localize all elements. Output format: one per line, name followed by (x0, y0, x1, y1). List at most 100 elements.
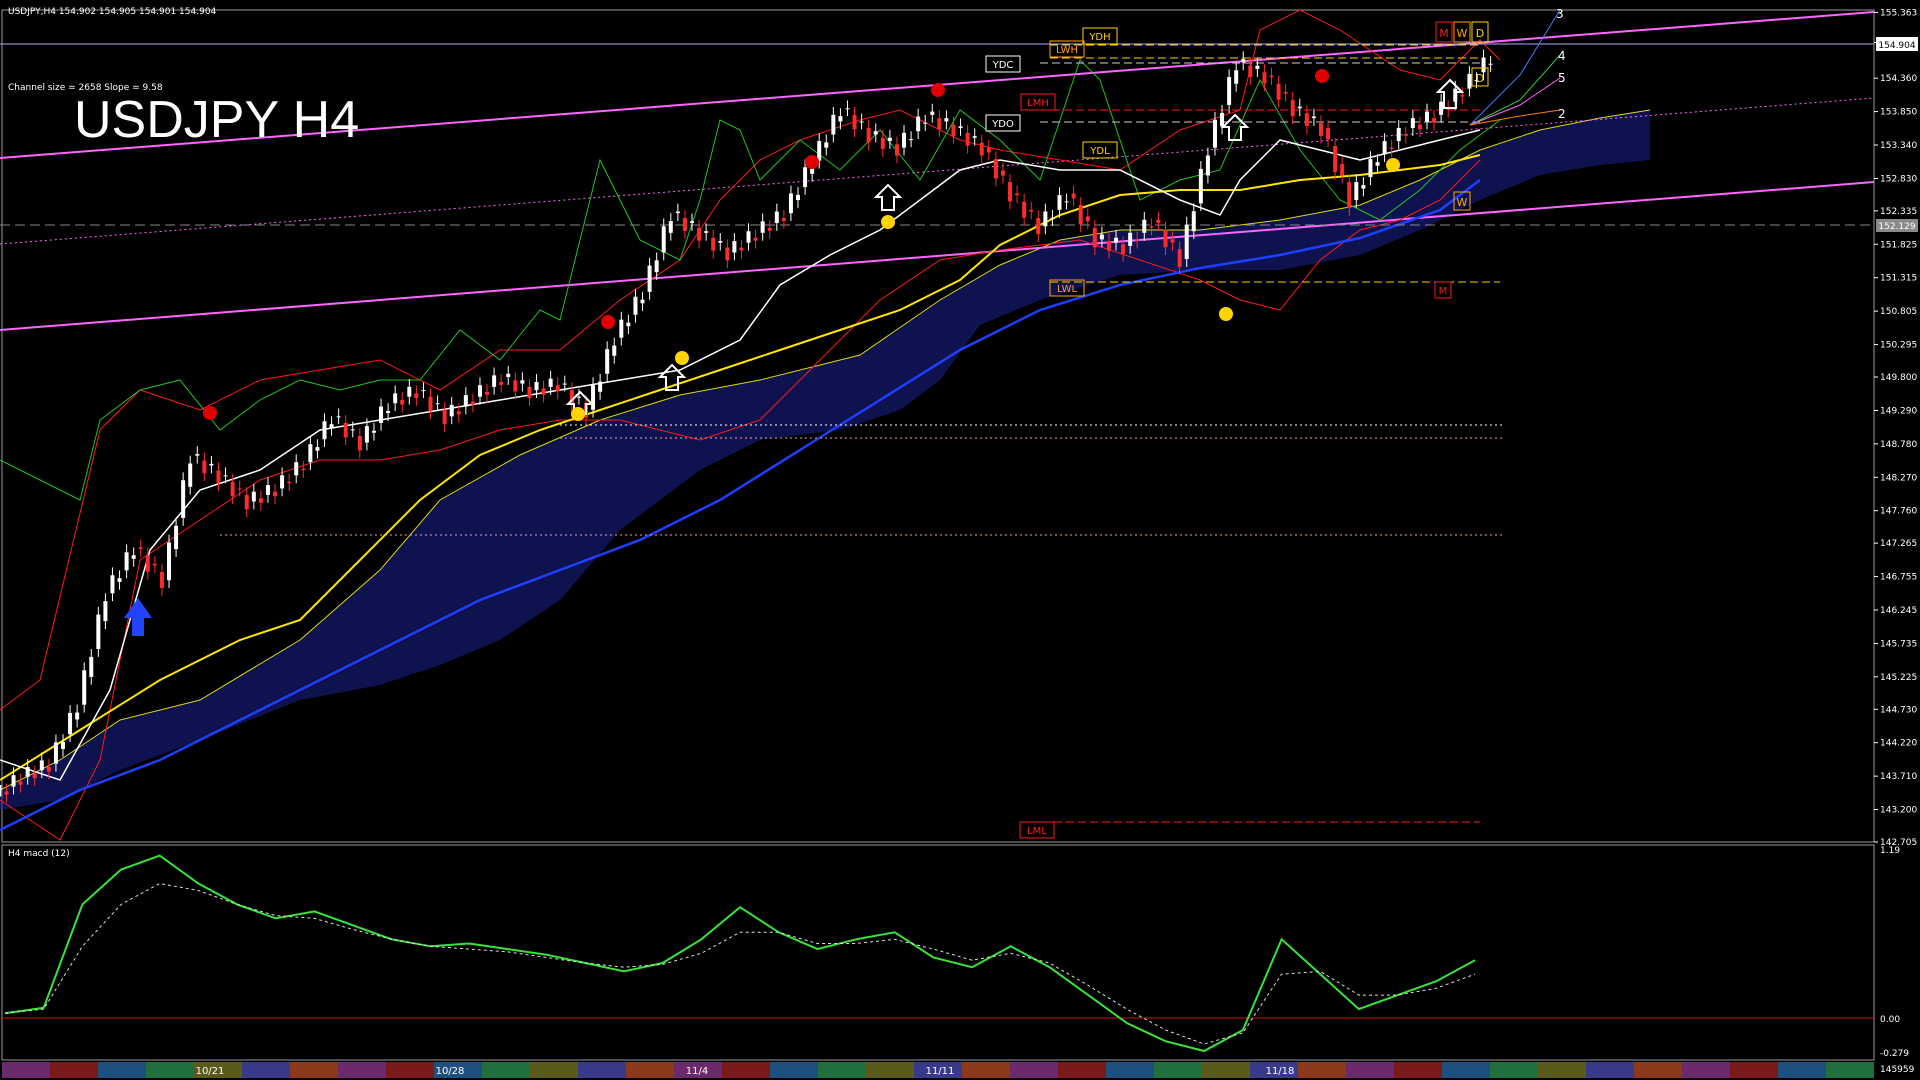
candle-bear (1071, 193, 1076, 199)
time-strip-segment (1790, 1062, 1796, 1078)
time-strip-segment (524, 1062, 530, 1078)
time-strip-segment (170, 1062, 176, 1078)
level-labels: YDH LWH YDC LMH YDO YDL LWL LML M (985, 27, 1452, 839)
reference-price-label: 152.129 (1878, 222, 1915, 232)
candle-bull (1311, 116, 1316, 119)
time-strip-segment (410, 1062, 416, 1078)
time-strip-segment (746, 1062, 752, 1078)
candle-bull (1142, 219, 1147, 233)
candle-bull (188, 463, 193, 487)
time-strip-segment (1868, 1062, 1874, 1078)
candle-bull (909, 139, 914, 141)
time-strip-segment (530, 1062, 536, 1078)
candle-bull (548, 378, 553, 387)
time-strip-segment (884, 1062, 890, 1078)
time-strip-segment (1556, 1062, 1562, 1078)
time-strip-segment (1304, 1062, 1310, 1078)
time-strip-segment (1670, 1062, 1676, 1078)
time-strip-segment (614, 1062, 620, 1078)
time-strip-segment (1412, 1062, 1418, 1078)
candle-bull (294, 462, 299, 476)
time-strip-segment (1202, 1062, 1208, 1078)
candle-bear (1460, 95, 1465, 97)
candle-bull (68, 712, 73, 735)
candle-bear (541, 388, 546, 395)
time-strip-segment (800, 1062, 806, 1078)
time-strip-segment (566, 1062, 572, 1078)
time-strip-segment (974, 1062, 980, 1078)
candle-bull (1205, 155, 1210, 176)
y-tick-label: 153.340 (1880, 141, 1917, 151)
y-tick-label: 152.335 (1880, 207, 1917, 217)
candle-bull (103, 601, 108, 622)
candle-bull (746, 231, 751, 243)
candle-bear (357, 435, 362, 451)
time-strip-segment (1004, 1062, 1010, 1078)
time-strip-segment (1682, 1062, 1688, 1078)
time-strip-segment (1208, 1062, 1214, 1078)
candle-bear (18, 781, 23, 785)
candle-bear (1149, 226, 1154, 228)
candle-bear (287, 481, 292, 484)
channel-number-2: 2 (1558, 107, 1566, 121)
time-strip-segment (1586, 1062, 1592, 1078)
time-strip-segment (1760, 1062, 1766, 1078)
x-tick-1118: 11/18 (1266, 1066, 1295, 1077)
candle-bear (237, 488, 242, 490)
time-strip-segment (464, 1062, 470, 1078)
time-strip-segment (1148, 1062, 1154, 1078)
time-strip-segment (1856, 1062, 1862, 1078)
candle-bull (421, 390, 426, 392)
time-strip-segment (764, 1062, 770, 1078)
chart-canvas: YDH LWH YDC LMH YDO YDL LWL LML M M W D … (0, 7, 1918, 1078)
y-tick-label: 150.805 (1880, 307, 1917, 317)
candle-bull (619, 319, 624, 338)
candle-bull (845, 108, 850, 110)
channel-number-5: 5 (1558, 71, 1566, 85)
candle-bull (53, 742, 58, 764)
y-tick-label: 146.245 (1880, 606, 1917, 616)
level-text-lwl: LWL (1057, 284, 1078, 295)
time-strip-segment (1580, 1062, 1586, 1078)
candle-bull (1361, 184, 1366, 189)
time-strip-segment (1136, 1062, 1142, 1078)
time-strip-segment (1214, 1062, 1220, 1078)
candle-bear (159, 571, 164, 589)
y-tick-label: 149.800 (1880, 373, 1917, 383)
candle-bull (810, 168, 815, 174)
level-label-ydo: YDO (985, 114, 1021, 132)
candle-bear (400, 399, 405, 405)
candle-bull (859, 121, 864, 123)
time-strip-segment (1244, 1062, 1250, 1078)
candle-bear (1248, 65, 1253, 77)
time-strip-segment (1730, 1062, 1736, 1078)
candle-bull (640, 299, 645, 304)
time-strip-segment (986, 1062, 992, 1078)
candle-bull (1241, 59, 1246, 63)
time-strip-segment (1436, 1062, 1442, 1078)
time-strip-segment (662, 1062, 668, 1078)
y-tick-label: 148.780 (1880, 440, 1917, 450)
candle-bear (1262, 72, 1267, 84)
time-strip-segment (1706, 1062, 1712, 1078)
signal-arrows (124, 69, 1465, 636)
candle-bull (110, 575, 115, 594)
time-strip-segment (398, 1062, 404, 1078)
time-strip-segment (122, 1062, 128, 1078)
y-tick-label: 148.270 (1880, 473, 1917, 483)
time-strip-segment (1388, 1062, 1394, 1078)
time-strip-segment (1418, 1062, 1424, 1078)
candle-bear (1389, 147, 1394, 149)
time-strip-segment (830, 1062, 836, 1078)
candle-bear (1121, 244, 1126, 254)
level-text-ydh: YDH (1088, 32, 1110, 43)
candle-bear (1163, 229, 1168, 248)
x-tick-1028: 10/28 (436, 1066, 465, 1077)
time-strip-segment (1826, 1062, 1832, 1078)
y-tick-label: 145.225 (1880, 673, 1917, 683)
time-strip-segment (1664, 1062, 1670, 1078)
time-strip-segment (1838, 1062, 1844, 1078)
time-strip-segment (1754, 1062, 1760, 1078)
current-price-label: 154.904 (1878, 41, 1915, 51)
candle-bull (774, 211, 779, 223)
